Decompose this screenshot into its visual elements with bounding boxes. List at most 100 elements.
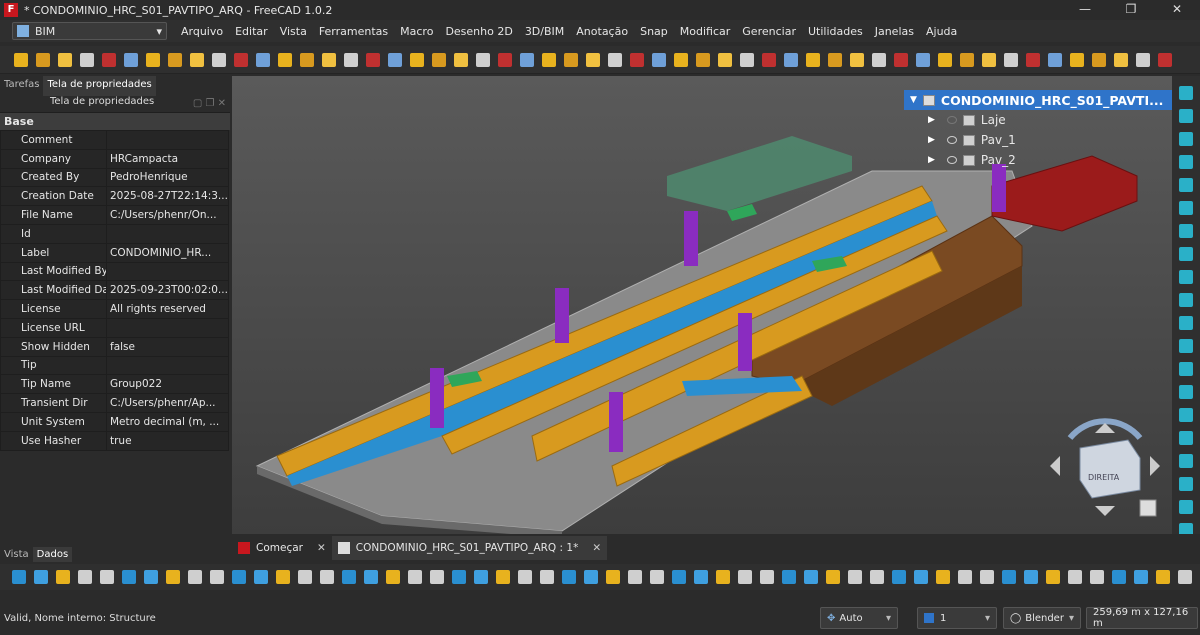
toolbar-icon-4[interactable] xyxy=(102,53,116,67)
toolbar2-icon-31[interactable] xyxy=(694,570,708,584)
close-tab-icon[interactable]: ✕ xyxy=(317,542,326,554)
right-toolbar-icon[interactable] xyxy=(1179,155,1193,169)
toolbar2-icon-16[interactable] xyxy=(364,570,378,584)
property-value[interactable] xyxy=(106,261,229,282)
toolbar2-icon-34[interactable] xyxy=(760,570,774,584)
property-value[interactable] xyxy=(106,317,229,338)
property-row[interactable]: Created By PedroHenrique xyxy=(0,167,229,188)
toolbar2-icon-13[interactable] xyxy=(298,570,312,584)
menu-utilidades[interactable]: Utilidades xyxy=(802,25,869,38)
toolbar2-icon-36[interactable] xyxy=(804,570,818,584)
property-value[interactable] xyxy=(106,355,229,376)
toolbar-icon-28[interactable] xyxy=(630,53,644,67)
visibility-eye-icon[interactable] xyxy=(946,136,957,144)
toolbar2-icon-0[interactable] xyxy=(12,570,26,584)
navigation-style-selector[interactable]: ◯ Blender ▾ xyxy=(1003,607,1081,629)
toolbar2-icon-10[interactable] xyxy=(232,570,246,584)
right-toolbar-icon[interactable] xyxy=(1179,86,1193,100)
toolbar-icon-51[interactable] xyxy=(1136,53,1150,67)
toolbar2-icon-5[interactable] xyxy=(122,570,136,584)
toolbar-icon-21[interactable] xyxy=(476,53,490,67)
toolbar-icon-12[interactable] xyxy=(278,53,292,67)
tree-item-pav-1[interactable]: ▶ Pav_1 xyxy=(904,130,1172,150)
expand-arrow-icon[interactable]: ▶ xyxy=(928,115,935,125)
menu-arquivo[interactable]: Arquivo xyxy=(175,25,229,38)
menu-macro[interactable]: Macro xyxy=(394,25,439,38)
right-toolbar-icon[interactable] xyxy=(1179,224,1193,238)
toolbar-icon-2[interactable] xyxy=(58,53,72,67)
menu-editar[interactable]: Editar xyxy=(229,25,274,38)
toolbar-icon-14[interactable] xyxy=(322,53,336,67)
tab-tela-de-propriedades[interactable]: Tela de propriedades xyxy=(43,76,156,96)
right-toolbar-icon[interactable] xyxy=(1179,247,1193,261)
3d-viewport[interactable]: ▼ CONDOMINIO_HRC_S01_PAVTI... ▶ Laje ▶ P… xyxy=(232,76,1172,534)
toolbar-icon-3[interactable] xyxy=(80,53,94,67)
toolbar-icon-32[interactable] xyxy=(718,53,732,67)
property-row[interactable]: Unit System Metro decimal (m, ... xyxy=(0,411,229,432)
toolbar2-icon-45[interactable] xyxy=(1002,570,1016,584)
toolbar-icon-27[interactable] xyxy=(608,53,622,67)
toolbar-icon-43[interactable] xyxy=(960,53,974,67)
toolbar-icon-16[interactable] xyxy=(366,53,380,67)
toolbar-icon-29[interactable] xyxy=(652,53,666,67)
collapse-arrow-icon[interactable]: ▼ xyxy=(910,95,917,105)
right-toolbar-icon[interactable] xyxy=(1179,109,1193,123)
toolbar2-icon-50[interactable] xyxy=(1112,570,1126,584)
right-toolbar-icon[interactable] xyxy=(1179,293,1193,307)
toolbar-icon-40[interactable] xyxy=(894,53,908,67)
toolbar2-icon-12[interactable] xyxy=(276,570,290,584)
property-row[interactable]: Creation Date 2025-08-27T22:14:3... xyxy=(0,186,229,207)
toolbar-icon-46[interactable] xyxy=(1026,53,1040,67)
toolbar2-icon-48[interactable] xyxy=(1068,570,1082,584)
toolbar2-icon-37[interactable] xyxy=(826,570,840,584)
toolbar-icon-25[interactable] xyxy=(564,53,578,67)
toolbar-icon-52[interactable] xyxy=(1158,53,1172,67)
tree-item-laje[interactable]: ▶ Laje xyxy=(904,110,1172,130)
tree-root-document[interactable]: ▼ CONDOMINIO_HRC_S01_PAVTI... xyxy=(904,90,1172,110)
toolbar2-icon-52[interactable] xyxy=(1156,570,1170,584)
right-toolbar-icon[interactable] xyxy=(1179,316,1193,330)
toolbar-icon-19[interactable] xyxy=(432,53,446,67)
toolbar2-icon-42[interactable] xyxy=(936,570,950,584)
toolbar-icon-38[interactable] xyxy=(850,53,864,67)
toolbar2-icon-44[interactable] xyxy=(980,570,994,584)
property-row[interactable]: Tip Name Group022 xyxy=(0,374,229,395)
menu-snap[interactable]: Snap xyxy=(634,25,674,38)
property-row[interactable]: Tip xyxy=(0,355,229,376)
property-value[interactable]: 2025-09-23T00:02:0... xyxy=(106,280,229,301)
property-group-header[interactable]: Base xyxy=(0,112,230,130)
toolbar-icon-34[interactable] xyxy=(762,53,776,67)
toolbar2-icon-4[interactable] xyxy=(100,570,114,584)
menu-3d-bim[interactable]: 3D/BIM xyxy=(519,25,570,38)
toolbar2-icon-6[interactable] xyxy=(144,570,158,584)
toolbar2-icon-14[interactable] xyxy=(320,570,334,584)
workbench-selector[interactable]: BIM ▾ xyxy=(12,22,167,40)
close-panel-icon[interactable]: ✕ xyxy=(218,98,226,109)
property-value[interactable]: 2025-08-27T22:14:3... xyxy=(106,186,229,207)
property-value[interactable]: Metro decimal (m, ... xyxy=(106,411,229,432)
toolbar2-icon-47[interactable] xyxy=(1046,570,1060,584)
toolbar-icon-6[interactable] xyxy=(146,53,160,67)
right-toolbar-icon[interactable] xyxy=(1179,270,1193,284)
toolbar2-icon-43[interactable] xyxy=(958,570,972,584)
property-row[interactable]: Comment xyxy=(0,130,229,150)
toolbar2-icon-49[interactable] xyxy=(1090,570,1104,584)
menu-modificar[interactable]: Modificar xyxy=(674,25,737,38)
right-toolbar-icon[interactable] xyxy=(1179,477,1193,491)
property-value[interactable]: PedroHenrique xyxy=(106,167,229,188)
toolbar-icon-39[interactable] xyxy=(872,53,886,67)
toolbar-icon-49[interactable] xyxy=(1092,53,1106,67)
toolbar2-icon-40[interactable] xyxy=(892,570,906,584)
toolbar-icon-8[interactable] xyxy=(190,53,204,67)
toolbar2-icon-7[interactable] xyxy=(166,570,180,584)
right-toolbar-icon[interactable] xyxy=(1179,500,1193,514)
toolbar-icon-42[interactable] xyxy=(938,53,952,67)
right-toolbar-icon[interactable] xyxy=(1179,431,1193,445)
toolbar2-icon-2[interactable] xyxy=(56,570,70,584)
toolbar2-icon-39[interactable] xyxy=(870,570,884,584)
toolbar-icon-9[interactable] xyxy=(212,53,226,67)
undock-icon[interactable]: ❐ xyxy=(205,98,214,109)
toolbar2-icon-51[interactable] xyxy=(1134,570,1148,584)
close-tab-icon[interactable]: ✕ xyxy=(592,542,601,554)
toolbar-icon-33[interactable] xyxy=(740,53,754,67)
